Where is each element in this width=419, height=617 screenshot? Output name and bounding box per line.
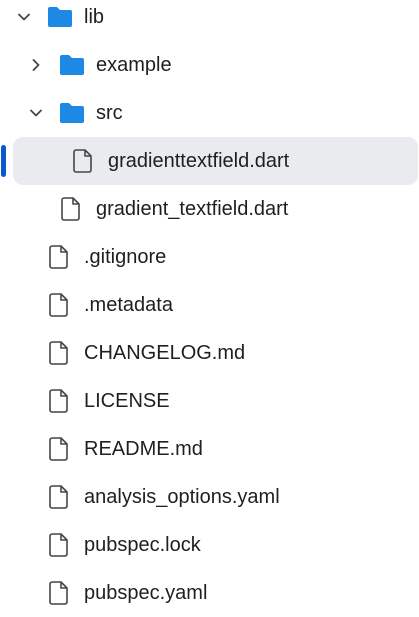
tree-item-label: example [96, 54, 172, 76]
file-icon [61, 197, 80, 221]
tree-item-analysis-options-yaml[interactable]: analysis_options.yaml [0, 473, 419, 521]
tree-item-label: gradienttextfield.dart [108, 150, 290, 172]
tree-item-gradient-textfield-dart[interactable]: gradient_textfield.dart [0, 185, 419, 233]
tree-item-label: CHANGELOG.md [84, 342, 246, 364]
chevron-down-icon[interactable] [16, 9, 32, 25]
tree-item-lib[interactable]: lib [0, 0, 419, 41]
tree-item-readme-md[interactable]: README.md [0, 425, 419, 473]
chevron-right-icon[interactable] [28, 57, 44, 73]
tree-item-label: gradient_textfield.dart [96, 198, 289, 220]
file-icon [49, 389, 68, 413]
chevron-down-icon[interactable] [28, 105, 44, 121]
tree-item-label: analysis_options.yaml [84, 486, 280, 508]
file-icon [49, 245, 68, 269]
tree-item-gradienttextfield-dart[interactable]: gradienttextfield.dart [0, 137, 419, 185]
tree-item-label: lib [84, 6, 105, 28]
file-icon [49, 293, 68, 317]
tree-item-label: README.md [84, 438, 203, 460]
file-icon [49, 485, 68, 509]
tree-item-label: LICENSE [84, 390, 170, 412]
tree-item-license[interactable]: LICENSE [0, 377, 419, 425]
file-icon [49, 437, 68, 461]
tree-item-label: src [96, 102, 123, 124]
file-tree: lib example src gradienttextfield.dart g… [0, 0, 419, 605]
selection-indicator [1, 145, 6, 177]
folder-icon [48, 7, 72, 27]
tree-item-metadata[interactable]: .metadata [0, 281, 419, 329]
tree-item-pubspec-yaml[interactable]: pubspec.yaml [0, 569, 419, 617]
file-icon [49, 533, 68, 557]
file-icon [49, 581, 68, 605]
tree-item-label: pubspec.yaml [84, 582, 208, 604]
tree-item-label: pubspec.lock [84, 534, 201, 556]
folder-icon [60, 55, 84, 75]
tree-item-example[interactable]: example [0, 41, 419, 89]
tree-item-changelog-md[interactable]: CHANGELOG.md [0, 329, 419, 377]
folder-icon [60, 103, 84, 123]
tree-item-gitignore[interactable]: .gitignore [0, 233, 419, 281]
tree-item-pubspec-lock[interactable]: pubspec.lock [0, 521, 419, 569]
tree-item-label: .gitignore [84, 246, 167, 268]
tree-item-label: .metadata [84, 294, 173, 316]
file-icon [49, 341, 68, 365]
tree-item-src[interactable]: src [0, 89, 419, 137]
file-icon [73, 149, 92, 173]
